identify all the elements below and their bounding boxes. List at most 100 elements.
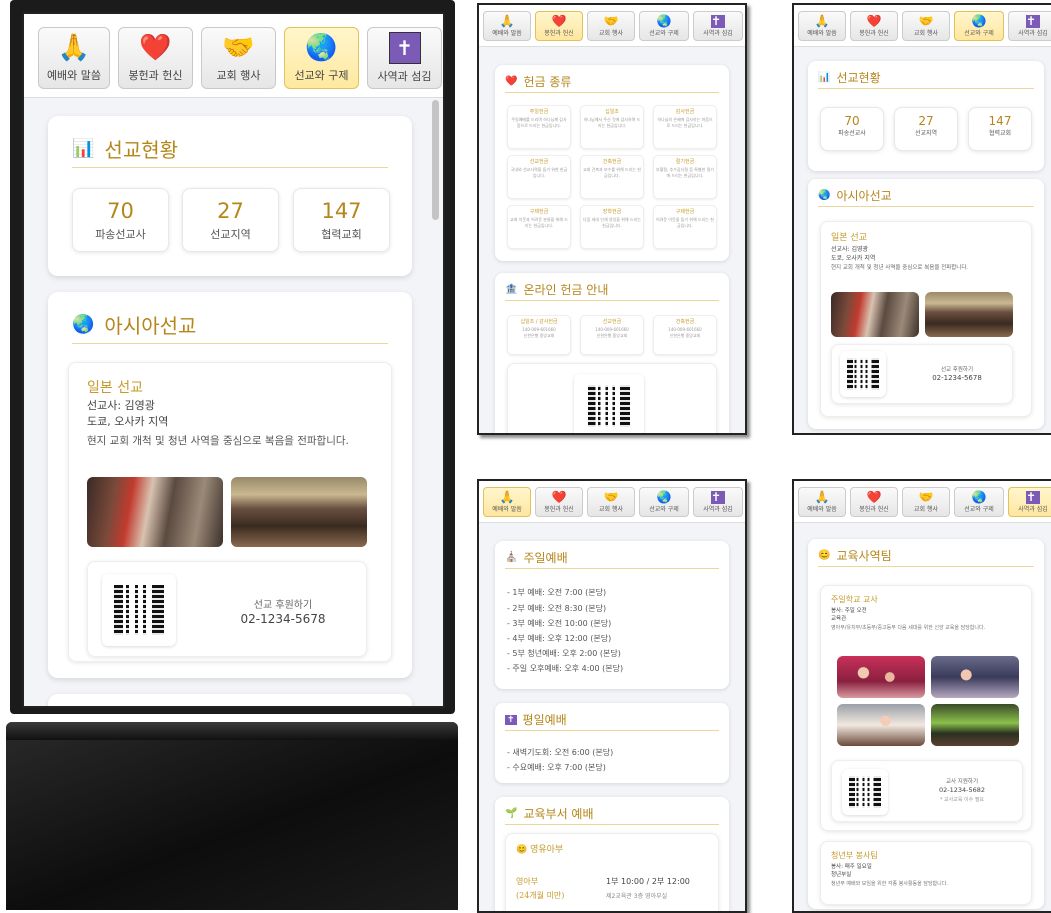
tab-ministry[interactable]: ✝ 사역과 섬김 bbox=[693, 11, 743, 41]
team-dept: 교육관 bbox=[831, 616, 847, 622]
tab-offering[interactable]: ❤️ 봉헌과 헌신 bbox=[850, 487, 898, 517]
offering-type-card: 구제헌금 어려운 이웃을 돕기 위해 드리는 헌금입니다. bbox=[653, 205, 717, 249]
team-description: 청년부 예배와 모임을 위한 각종 봉사활동을 담당합니다. bbox=[831, 881, 948, 887]
globe-icon: 🌏 bbox=[656, 490, 672, 504]
account-bank: 신한은행 중앙교회 bbox=[523, 333, 555, 338]
qr-code bbox=[102, 574, 176, 646]
team-photo-2 bbox=[931, 656, 1019, 698]
praying-hands-icon: 🙏 bbox=[814, 490, 830, 504]
church-icon: ⛪ bbox=[505, 552, 518, 563]
offering-type-desc: 하나님께서 주신 것에 감사하며 드리는 헌금입니다. bbox=[583, 117, 641, 128]
tab-events[interactable]: 🤝 교회 행사 bbox=[201, 27, 276, 89]
tab-worship[interactable]: 🙏 예배와 말씀 bbox=[798, 487, 846, 517]
team-photo-4 bbox=[931, 704, 1019, 746]
stat-label: 파송선교사 bbox=[95, 228, 146, 241]
edu-title: 교육부서 예배 bbox=[523, 807, 594, 821]
tab-label: 선교와 구제 bbox=[649, 506, 679, 513]
card-title: 🌏 아시아선교 bbox=[72, 306, 388, 344]
qr-code-pattern bbox=[588, 385, 630, 427]
offering-type-desc: 주일예배를 드리며 하나님께 감사함으로 드리는 헌금입니다. bbox=[511, 117, 567, 128]
tab-label: 선교와 구제 bbox=[964, 506, 994, 513]
tab-events[interactable]: 🤝 교회 행사 bbox=[587, 487, 635, 517]
offering-type-name: 십일조 bbox=[605, 109, 619, 115]
account-number: 140-009-601660 bbox=[668, 327, 702, 332]
support-box[interactable]: 선교 후원하기 02-1234-5678 bbox=[87, 561, 367, 657]
asia-title: 아시아선교 bbox=[836, 189, 892, 203]
support-box[interactable]: 선교 후원하기 02-1234-5678 bbox=[831, 344, 1013, 404]
offering-type-name: 주일헌금 bbox=[529, 109, 549, 115]
tab-ministry[interactable]: ✝ 사역과 섬김 bbox=[1008, 487, 1051, 517]
qr-box bbox=[507, 363, 717, 433]
cross-icon: ✝ bbox=[505, 714, 517, 725]
infant-time: 1부 10:00 / 2부 12:00 bbox=[606, 877, 690, 886]
tab-mission[interactable]: 🌏 선교와 구제 bbox=[639, 11, 689, 41]
tab-mission[interactable]: 🌏 선교와 구제 bbox=[284, 27, 359, 89]
tab-mission[interactable]: 🌏 선교와 구제 bbox=[954, 487, 1004, 517]
stat-label: 파송선교사 bbox=[838, 130, 866, 137]
tab-label: 봉헌과 헌신 bbox=[859, 506, 889, 513]
apply-box[interactable]: 교사 지원하기 02-1234-5682 * 교사교육 이수 필요 bbox=[831, 760, 1023, 822]
mission-status-card: 📊 선교현황 70 파송선교사 27 선교지역 147 협력교회 bbox=[48, 116, 412, 276]
qr-code-pattern bbox=[849, 776, 881, 808]
stat-label: 협력교회 bbox=[321, 228, 362, 241]
scrollbar[interactable] bbox=[432, 100, 439, 220]
asia-mission-card: 🌏 아시아선교 일본 선교 선교사: 김영광 도쿄, 오사카 지역 현지 교회 … bbox=[48, 292, 412, 678]
stat-missionaries: 70 파송선교사 bbox=[72, 188, 169, 252]
tab-ministry[interactable]: ✝ 사역과 섬김 bbox=[367, 27, 442, 89]
globe-icon: 🌏 bbox=[656, 14, 672, 28]
mission-description: 현지 교회 개척 및 청년 사역을 중심으로 복음을 전파합니다. bbox=[87, 435, 349, 447]
tab-offering[interactable]: ❤️ 봉헌과 헌신 bbox=[535, 487, 583, 517]
tab-mission[interactable]: 🌏 선교와 구제 bbox=[954, 11, 1004, 41]
ministry-title: 교육사역팀 bbox=[836, 549, 892, 563]
tab-worship[interactable]: 🙏 예배와 말씀 bbox=[483, 11, 531, 41]
education-worship-card: 🌱 교육부서 예배 😊 영유아부 영아부 (24개월 미만) 1부 10:00 /… bbox=[495, 797, 729, 911]
tab-events[interactable]: 🤝 교회 행사 bbox=[902, 11, 950, 41]
kiosk-screen: 🙏 예배와 말씀 ❤️ 봉헌과 헌신 🤝 교회 행사 🌏 선교와 구제 ✝ 사역… bbox=[22, 12, 445, 708]
tab-offering[interactable]: ❤️ 봉헌과 헌신 bbox=[535, 11, 583, 41]
heart-icon: ❤️ bbox=[866, 490, 882, 504]
tab-events[interactable]: 🤝 교회 행사 bbox=[902, 487, 950, 517]
tab-label: 선교와 구제 bbox=[649, 30, 679, 37]
stat-value: 27 bbox=[217, 199, 244, 223]
tab-label: 선교와 구제 bbox=[964, 30, 994, 37]
offering-type-card: 구제헌금 교회 이웃과 어려운 분들을 위해 드리는 헌금입니다. bbox=[507, 205, 571, 249]
stat-regions: 27 선교지역 bbox=[894, 107, 958, 151]
tab-label: 예배와 말씀 bbox=[492, 506, 522, 513]
tab-offering[interactable]: ❤️ 봉헌과 헌신 bbox=[118, 27, 193, 89]
qr-code-pattern bbox=[847, 358, 879, 390]
tab-label: 예배와 말씀 bbox=[46, 69, 102, 82]
next-card bbox=[48, 694, 412, 706]
team-photo-3 bbox=[837, 704, 925, 746]
asia-mission-card: 🌏 아시아선교 일본 선교 선교사: 김영광 도쿄, 오사카 지역 현지 교회 개… bbox=[808, 179, 1044, 429]
card-title: 📊 선교현황 bbox=[72, 130, 388, 168]
stat-value: 70 bbox=[107, 199, 134, 223]
tab-events[interactable]: 🤝 교회 행사 bbox=[587, 11, 635, 41]
tab-mission[interactable]: 🌏 선교와 구제 bbox=[639, 487, 689, 517]
tab-ministry[interactable]: ✝ 사역과 섬김 bbox=[1008, 11, 1051, 41]
tab-label: 교회 행사 bbox=[599, 30, 623, 37]
tab-offering[interactable]: ❤️ 봉헌과 헌신 bbox=[850, 11, 898, 41]
account-name: 건축헌금 bbox=[675, 319, 695, 325]
account-name: 십일조 / 감사헌금 bbox=[520, 319, 558, 325]
kiosk-base bbox=[6, 722, 458, 910]
stat-label: 선교지역 bbox=[210, 228, 251, 241]
mission-title: 일본 선교 bbox=[831, 233, 867, 243]
account-bank: 신한은행 중앙교회 bbox=[669, 333, 701, 338]
account-card: 십일조 / 감사헌금 140-009-601660 신한은행 중앙교회 bbox=[507, 315, 571, 355]
praying-hands-icon: 🙏 bbox=[57, 33, 91, 63]
card-title: 📊 선교현황 bbox=[818, 67, 1034, 89]
offering-type-desc: 교회 건축과 보수를 위해 드리는 헌금입니다. bbox=[583, 167, 641, 178]
missionary-name: 선교사: 김영광 bbox=[831, 246, 869, 253]
tab-worship[interactable]: 🙏 예배와 말씀 bbox=[483, 487, 531, 517]
account-card: 건축헌금 140-009-601660 신한은행 중앙교회 bbox=[653, 315, 717, 355]
offering-type-name: 장학헌금 bbox=[602, 209, 622, 215]
tab-worship[interactable]: 🙏 예배와 말씀 bbox=[38, 27, 110, 89]
status-title: 선교현황 bbox=[104, 138, 179, 162]
tab-label: 사역과 섬김 bbox=[703, 506, 733, 513]
tab-ministry[interactable]: ✝ 사역과 섬김 bbox=[693, 487, 743, 517]
cross-icon: ✝ bbox=[1026, 491, 1040, 504]
stat-label: 선교지역 bbox=[914, 130, 938, 137]
stat-regions: 27 선교지역 bbox=[182, 188, 279, 252]
qr-code-pattern bbox=[114, 585, 164, 635]
tab-worship[interactable]: 🙏 예배와 말씀 bbox=[798, 11, 846, 41]
